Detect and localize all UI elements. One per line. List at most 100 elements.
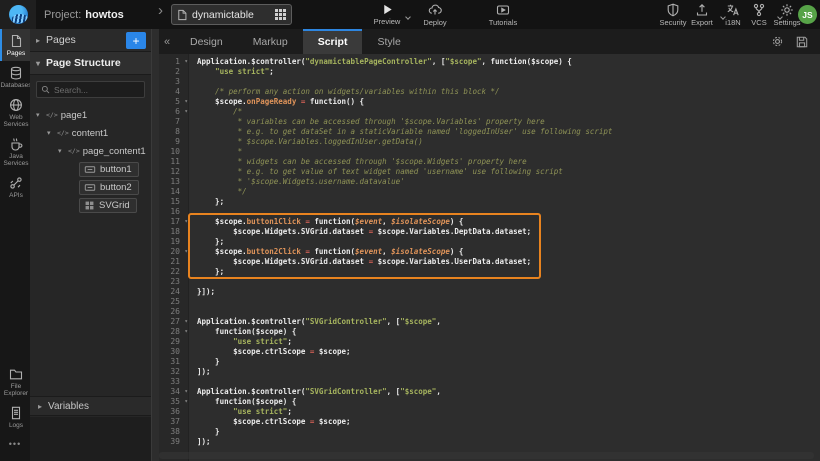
rail-item-logs[interactable]: Logs bbox=[0, 401, 30, 433]
fold-marker[interactable]: ▾ bbox=[184, 247, 188, 257]
gutter-line: 27▾ bbox=[159, 317, 188, 327]
page-tab-dynamictable[interactable]: dynamictable bbox=[171, 4, 292, 25]
topbar-button-preview[interactable]: Preview bbox=[370, 1, 404, 28]
code-line[interactable]: * bbox=[197, 147, 820, 157]
code-line[interactable]: * '$scope.Widgets.username.datavalue' bbox=[197, 177, 820, 187]
script-settings-gear-icon[interactable] bbox=[771, 35, 784, 48]
code-token: } bbox=[197, 427, 220, 436]
page-structure-header[interactable]: ▾ Page Structure bbox=[30, 52, 151, 75]
tree-item-button2[interactable]: button2 bbox=[30, 178, 151, 196]
fold-marker[interactable]: ▾ bbox=[184, 97, 188, 107]
tab-script[interactable]: Script bbox=[303, 29, 363, 54]
code-line[interactable]: ]); bbox=[197, 437, 820, 447]
code-line[interactable]: $scope.onPageReady = function() { bbox=[197, 97, 820, 107]
code-token: "$scope" bbox=[445, 57, 481, 66]
code-line[interactable]: $scope.Widgets.SVGrid.dataset = $scope.V… bbox=[197, 227, 820, 237]
fold-marker[interactable]: ▾ bbox=[184, 57, 188, 67]
line-number: 6 bbox=[159, 107, 180, 117]
code-line[interactable]: $scope.Widgets.SVGrid.dataset = $scope.V… bbox=[197, 257, 820, 267]
code-token: $scope. bbox=[197, 217, 247, 226]
code-line[interactable]: /* bbox=[197, 107, 820, 117]
search-input[interactable] bbox=[54, 85, 144, 95]
code-line[interactable]: /* perform any action on widgets/variabl… bbox=[197, 87, 820, 97]
tree-item-content1[interactable]: ▾</>content1 bbox=[30, 124, 151, 142]
horizontal-scrollbar[interactable] bbox=[159, 452, 814, 459]
variables-section-header[interactable]: ▸ Variables bbox=[30, 396, 151, 416]
code-token: button2Click bbox=[247, 247, 301, 256]
code-line[interactable]: }; bbox=[197, 237, 820, 247]
structure-search[interactable] bbox=[36, 81, 145, 98]
rail-item-pages[interactable]: Pages bbox=[0, 29, 30, 61]
code-line[interactable]: $scope.button2Click = function($event, $… bbox=[197, 247, 820, 257]
rail-item-web-services[interactable]: Web Services bbox=[0, 93, 30, 132]
line-number: 17 bbox=[159, 217, 180, 227]
code-token: , bbox=[382, 217, 391, 226]
add-page-button[interactable]: + bbox=[126, 32, 146, 49]
tree-expand-arrow[interactable]: ▾ bbox=[47, 129, 54, 137]
code-line[interactable] bbox=[197, 377, 820, 387]
code-line[interactable] bbox=[197, 207, 820, 217]
topbar-button-export[interactable]: Export bbox=[685, 1, 719, 28]
code-line[interactable]: * variables can be accessed through '$sc… bbox=[197, 117, 820, 127]
rail-item-databases[interactable]: Databases bbox=[0, 61, 30, 93]
grid-menu-icon[interactable] bbox=[275, 9, 286, 20]
code-line[interactable]: * widgets can be accessed through '$scop… bbox=[197, 157, 820, 167]
code-line[interactable]: }; bbox=[197, 267, 820, 277]
code-line[interactable]: }; bbox=[197, 197, 820, 207]
fold-marker[interactable]: ▾ bbox=[184, 397, 188, 407]
code-line[interactable]: $scope.ctrlScope = $scope; bbox=[197, 347, 820, 357]
rail-item-file-explorer[interactable]: File Explorer bbox=[0, 362, 30, 401]
code-line[interactable] bbox=[197, 77, 820, 87]
code-line[interactable] bbox=[197, 277, 820, 287]
fold-marker[interactable]: ▾ bbox=[184, 317, 188, 327]
code-line[interactable]: } bbox=[197, 357, 820, 367]
code-line[interactable]: * e.g. to get dataSet in a staticVariabl… bbox=[197, 127, 820, 137]
topbar-button-deploy[interactable]: Deploy bbox=[418, 1, 452, 28]
fold-marker[interactable]: ▾ bbox=[184, 217, 188, 227]
tree-item-button1[interactable]: button1 bbox=[30, 160, 151, 178]
tree-expand-arrow[interactable]: ▾ bbox=[58, 147, 65, 155]
code-line[interactable]: Application.$controller("dynamictablePag… bbox=[197, 57, 820, 67]
code-line[interactable] bbox=[197, 297, 820, 307]
tab-style[interactable]: Style bbox=[362, 29, 415, 54]
more-button[interactable]: ••• bbox=[0, 433, 30, 455]
code-line[interactable]: $scope.ctrlScope = $scope; bbox=[197, 417, 820, 427]
fold-marker[interactable]: ▾ bbox=[184, 387, 188, 397]
line-number: 20 bbox=[159, 247, 180, 257]
code-line[interactable]: */ bbox=[197, 187, 820, 197]
rail-item-java-services[interactable]: Java Services bbox=[0, 132, 30, 171]
code-line[interactable]: }]); bbox=[197, 287, 820, 297]
fold-marker[interactable]: ▾ bbox=[184, 107, 188, 117]
code-line[interactable]: function($scope) { bbox=[197, 397, 820, 407]
code-content[interactable]: Application.$controller("dynamictablePag… bbox=[189, 54, 820, 461]
tab-design[interactable]: Design bbox=[175, 29, 238, 54]
code-line[interactable] bbox=[197, 307, 820, 317]
rail-item-apis[interactable]: APIs bbox=[0, 171, 30, 203]
topbar-button-tutorials[interactable]: Tutorials bbox=[486, 1, 520, 28]
code-line[interactable]: Application.$controller("SVGridControlle… bbox=[197, 387, 820, 397]
logo-cell[interactable] bbox=[0, 0, 36, 29]
code-token: $scope.Variables.DeptData.dataset; bbox=[378, 227, 532, 236]
code-line[interactable]: "use strict"; bbox=[197, 337, 820, 347]
user-avatar[interactable]: JS bbox=[798, 5, 817, 24]
pages-section-header[interactable]: ▸ Pages + bbox=[30, 29, 151, 52]
tree-item-page1[interactable]: ▾</>page1 bbox=[30, 106, 151, 124]
code-line[interactable]: * e.g. to get value of text widget named… bbox=[197, 167, 820, 177]
code-line[interactable]: } bbox=[197, 427, 820, 437]
fold-marker[interactable]: ▾ bbox=[184, 327, 188, 337]
tab-markup[interactable]: Markup bbox=[238, 29, 303, 54]
tree-expand-arrow[interactable]: ▾ bbox=[36, 111, 43, 119]
save-icon[interactable] bbox=[796, 36, 808, 48]
code-editor[interactable]: 1▾2345▾6▾7891011121314151617▾181920▾2122… bbox=[159, 54, 820, 461]
code-line[interactable]: function($scope) { bbox=[197, 327, 820, 337]
tree-item-page_content1[interactable]: ▾</>page_content1 bbox=[30, 142, 151, 160]
code-line[interactable]: Application.$controller("SVGridControlle… bbox=[197, 317, 820, 327]
collapse-panel-button[interactable]: « bbox=[159, 29, 175, 54]
tree-item-SVGrid[interactable]: SVGrid bbox=[30, 196, 151, 214]
code-line[interactable]: $scope.button1Click = function($event, $… bbox=[197, 217, 820, 227]
code-line[interactable]: * $scope.Variables.loggedInUser.getData(… bbox=[197, 137, 820, 147]
code-line[interactable]: "use strict"; bbox=[197, 407, 820, 417]
code-line[interactable]: ]); bbox=[197, 367, 820, 377]
code-line[interactable]: "use strict"; bbox=[197, 67, 820, 77]
gutter-line: 21 bbox=[159, 257, 188, 267]
